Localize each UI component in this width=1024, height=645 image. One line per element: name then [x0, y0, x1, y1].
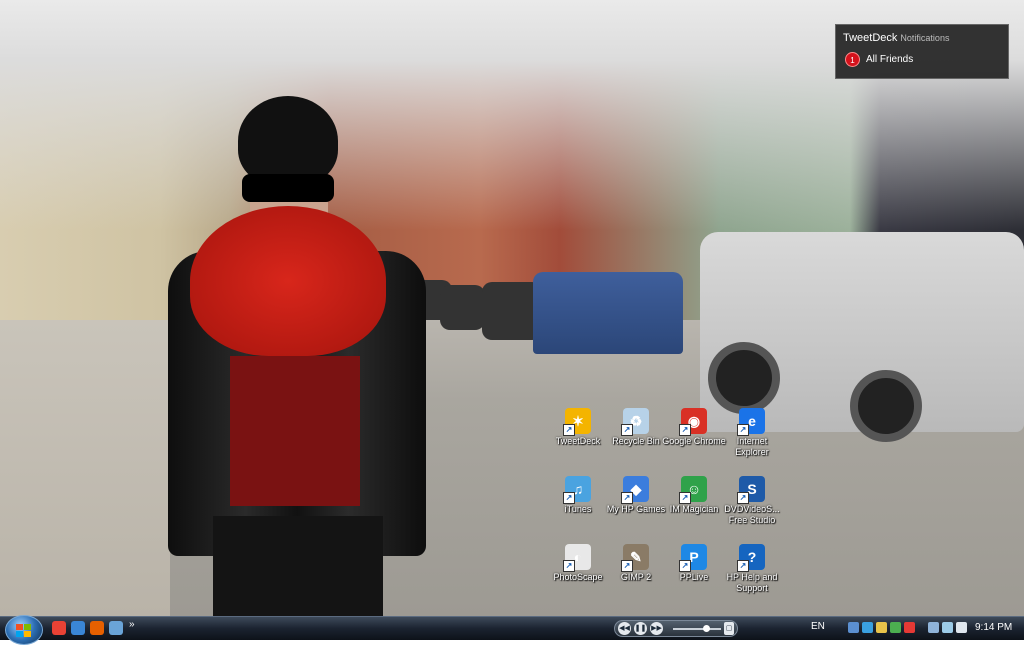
- chrome-icon: ◉ ↗: [679, 408, 707, 436]
- next-track-icon[interactable]: ▶▶: [650, 622, 663, 635]
- desktop-shortcut-label: GIMP 2: [620, 572, 652, 582]
- wallpaper-pickup-truck: [533, 272, 683, 354]
- tray-app-2-icon[interactable]: [862, 622, 873, 633]
- van-wheel: [850, 370, 922, 442]
- windows-logo-icon: [16, 624, 31, 637]
- desktop-shortcut-label: My HP Games: [606, 504, 666, 514]
- person-scarf: [190, 206, 386, 356]
- desktop-shortcut-label: HP Help and Support: [726, 572, 778, 593]
- previous-track-icon[interactable]: ◀◀: [618, 622, 631, 635]
- gimp-icon: ✎ ↗: [621, 544, 649, 572]
- desktop-shortcut[interactable]: ◆ ↗ My HP Games: [603, 476, 669, 515]
- desktop-shortcut[interactable]: ✶ ↗ TweetDeck: [545, 408, 611, 447]
- person-hair: [238, 96, 338, 186]
- notification-count-badge: 1: [845, 52, 860, 67]
- chrome-quicklaunch-icon[interactable]: [52, 621, 66, 635]
- desktop-shortcut-label: PPLive: [679, 572, 709, 582]
- desktop-shortcut-label: Google Chrome: [662, 436, 726, 446]
- desktop-shortcut-label: PhotoScape: [553, 572, 603, 582]
- tray-messenger-icon[interactable]: [890, 622, 901, 633]
- desktop-shortcut[interactable]: ? ↗ HP Help and Support: [719, 544, 785, 594]
- media-player-toolbar: ◀◀ ❚❚ ▶▶ ▢: [614, 620, 738, 637]
- notification-app-name: TweetDeck: [843, 32, 898, 44]
- taskbar-clock[interactable]: 9:14 PM: [975, 622, 1012, 633]
- wallpaper-car: [440, 285, 485, 330]
- desktop-shortcut-label: Recycle Bin: [612, 436, 660, 446]
- photoscape-icon: ◐ ↗: [563, 544, 591, 572]
- tray-network-icon[interactable]: [928, 622, 939, 633]
- desktop-shortcut[interactable]: ♫ ↗ iTunes: [545, 476, 611, 515]
- desktop-shortcut[interactable]: ✎ ↗ GIMP 2: [603, 544, 669, 583]
- desktop-shortcut[interactable]: ♻ ↗ Recycle Bin: [603, 408, 669, 447]
- notification-subtitle: Notifications: [900, 33, 950, 43]
- tray-monitor-icon[interactable]: [942, 622, 953, 633]
- recycle-bin-icon: ♻ ↗: [621, 408, 649, 436]
- desktop-shortcut[interactable]: S ↗ DVDVideoS... Free Studio: [719, 476, 785, 526]
- desktop-shortcut[interactable]: e ↗ Internet Explorer: [719, 408, 785, 458]
- desktop-shortcut-label: TweetDeck: [555, 436, 601, 446]
- shortcut-arrow-icon: ↗: [737, 560, 749, 572]
- tray-volume-icon[interactable]: [956, 622, 967, 633]
- desktop-shortcut-label: IM Magician: [669, 504, 719, 514]
- quick-launch-more-button[interactable]: »: [129, 619, 135, 630]
- person-vest: [230, 356, 360, 506]
- dvdvideosoft-icon: S ↗: [737, 476, 765, 504]
- notification-title: TweetDeck Notifications: [843, 32, 949, 44]
- desktop-shortcut[interactable]: ◐ ↗ PhotoScape: [545, 544, 611, 583]
- desktop-shortcut[interactable]: ☺ ↗ IM Magician: [661, 476, 727, 515]
- shortcut-arrow-icon: ↗: [621, 492, 633, 504]
- person-sunglasses: [242, 174, 334, 202]
- shortcut-arrow-icon: ↗: [737, 492, 749, 504]
- tweetdeck-notification[interactable]: TweetDeck Notifications 1 All Friends: [835, 24, 1009, 79]
- notification-item[interactable]: All Friends: [866, 54, 913, 65]
- start-button[interactable]: [5, 615, 43, 645]
- desktop-shortcut[interactable]: ◉ ↗ Google Chrome: [661, 408, 727, 447]
- hp-help-icon: ? ↗: [737, 544, 765, 572]
- show-desktop-icon[interactable]: [109, 621, 123, 635]
- person-pants: [213, 516, 383, 616]
- van-wheel: [708, 342, 780, 414]
- tray-mail-icon[interactable]: [876, 622, 887, 633]
- taskbar: » ◀◀ ❚❚ ▶▶ ▢ EN 9:14 PM: [0, 615, 1024, 645]
- shortcut-arrow-icon: ↗: [679, 492, 691, 504]
- shortcut-arrow-icon: ↗: [679, 560, 691, 572]
- media-restore-icon[interactable]: ▢: [724, 622, 734, 635]
- shortcut-arrow-icon: ↗: [563, 560, 575, 572]
- wallpaper-sidewalk: [0, 320, 170, 616]
- tray-app-1-icon[interactable]: [848, 622, 859, 633]
- shortcut-arrow-icon: ↗: [563, 492, 575, 504]
- pplive-icon: P ↗: [679, 544, 707, 572]
- ie-quicklaunch-icon[interactable]: [71, 621, 85, 635]
- desktop-shortcut-label: Internet Explorer: [735, 436, 769, 457]
- tweetdeck-icon: ✶ ↗: [563, 408, 591, 436]
- wallpaper-person: [168, 96, 428, 616]
- shortcut-arrow-icon: ↗: [737, 424, 749, 436]
- volume-slider-knob[interactable]: [703, 625, 710, 632]
- firefox-quicklaunch-icon[interactable]: [90, 621, 104, 635]
- pause-icon[interactable]: ❚❚: [634, 622, 647, 635]
- hp-games-icon: ◆ ↗: [621, 476, 649, 504]
- shortcut-arrow-icon: ↗: [621, 424, 633, 436]
- desktop-shortcut[interactable]: P ↗ PPLive: [661, 544, 727, 583]
- tray-alert-icon[interactable]: [904, 622, 915, 633]
- desktop-shortcut-label: iTunes: [564, 504, 592, 514]
- im-magician-icon: ☺ ↗: [679, 476, 707, 504]
- shortcut-arrow-icon: ↗: [563, 424, 575, 436]
- itunes-icon: ♫ ↗: [563, 476, 591, 504]
- desktop-shortcut-label: DVDVideoS... Free Studio: [724, 504, 780, 525]
- wallpaper-van: [700, 232, 1024, 442]
- shortcut-arrow-icon: ↗: [621, 560, 633, 572]
- internet-explorer-icon: e ↗: [737, 408, 765, 436]
- volume-slider[interactable]: [673, 628, 721, 630]
- shortcut-arrow-icon: ↗: [679, 424, 691, 436]
- desktop-wallpaper: [0, 0, 1024, 616]
- language-indicator[interactable]: EN: [811, 621, 825, 632]
